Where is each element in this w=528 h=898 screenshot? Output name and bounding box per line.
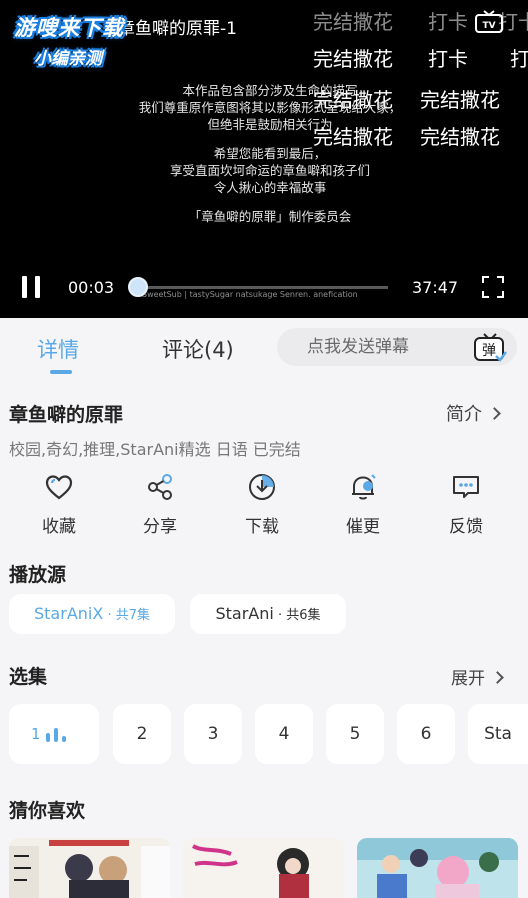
danmaku-input-box[interactable]: 弹: [277, 328, 517, 366]
progress-thumb[interactable]: [128, 277, 148, 297]
feedback-icon: [453, 476, 479, 498]
subtitle-line: 「章鱼噼的原罪」制作委员会: [188, 209, 352, 224]
tab-bar: 详情 评论(4) 弹: [0, 318, 528, 378]
tab-details[interactable]: 详情: [37, 334, 79, 364]
duration-time: 37:47: [412, 278, 459, 297]
intro-link[interactable]: 简介: [446, 400, 501, 426]
source-name: StarAniX: [34, 604, 104, 623]
source-chip-starani[interactable]: StarAni · 共6集: [190, 594, 346, 634]
recommend-row: [0, 838, 528, 898]
episode-4-button[interactable]: 4: [255, 704, 313, 764]
video-player[interactable]: 章鱼噼的原罪-1 完结撒花 打卡 打卡 完结撒花 打卡 打 完结撒花 完结撒花 …: [0, 0, 528, 318]
episode-3-button[interactable]: 3: [184, 704, 242, 764]
recommend-card-3[interactable]: [357, 838, 518, 898]
video-subtitles: 本作品包含部分涉及生命的描写 我们尊重原作意图将其以影像形式呈现给大家， 但绝非…: [100, 82, 440, 225]
player-controls: 00:03 SweetSub | tastySugar natsukage Se…: [0, 268, 528, 308]
urge-update-label: 催更: [346, 517, 380, 537]
expand-episodes-link[interactable]: 展开: [451, 664, 504, 689]
download-button[interactable]: 下载: [222, 472, 302, 537]
svg-text:TV: TV: [482, 21, 495, 31]
fullscreen-icon[interactable]: [482, 276, 504, 298]
chevron-right-icon: [491, 671, 504, 684]
recommend-card-1[interactable]: [9, 838, 170, 898]
episode-number: 1: [31, 725, 41, 743]
episode-5-button[interactable]: 5: [326, 704, 384, 764]
episodes-section-title: 选集: [9, 666, 48, 688]
favorite-label: 收藏: [42, 517, 76, 537]
danmaku-comment: 打: [510, 47, 528, 71]
danmaku-comment: 打卡: [428, 47, 468, 71]
source-chip-staranix[interactable]: StarAniX · 共7集: [9, 594, 175, 634]
recommend-card-2[interactable]: [183, 838, 344, 898]
subtitle-line: 但绝非是鼓励相关行为: [207, 117, 333, 132]
tab-active-indicator: [50, 370, 72, 374]
detail-panel: 详情 评论(4) 弹 章鱼噼的原罪 简介 校园,奇幻,推理,StarAni精选 …: [0, 318, 528, 898]
heart-icon: [45, 475, 73, 500]
tab-comments[interactable]: 评论(4): [162, 334, 234, 364]
intro-label: 简介: [446, 404, 482, 425]
subtitle-spacer: [100, 196, 440, 208]
credit-strip: SweetSub | tastySugar natsukage Senren. …: [142, 290, 358, 299]
watermark-line-1: 游嗖来下载: [14, 16, 124, 40]
favorite-button[interactable]: 收藏: [19, 472, 99, 537]
playing-bar: [54, 728, 58, 742]
anime-tags: 校园,奇幻,推理,StarAni精选 日语 已完结: [9, 440, 301, 459]
subtitle-line: 享受直面坎坷命运的章鱼噼和孩子们: [169, 163, 370, 178]
source-section-title: 播放源: [9, 564, 67, 586]
danmaku-comment: 打卡: [428, 10, 468, 34]
pause-icon[interactable]: [20, 276, 42, 298]
episode-2-button[interactable]: 2: [113, 704, 171, 764]
subtitle-line: 本作品包含部分涉及生命的描写: [182, 83, 358, 98]
subtitle-spacer: [100, 133, 440, 145]
recommend-section-title: 猜你喜欢: [9, 800, 86, 822]
recommend-poster-2: [183, 838, 344, 898]
download-label: 下载: [245, 517, 279, 537]
recommend-poster-1: [9, 838, 170, 898]
episode-6-button[interactable]: 6: [397, 704, 455, 764]
subtitle-line: 希望您能看到最后，: [213, 146, 327, 161]
feedback-button[interactable]: 反馈: [426, 472, 506, 537]
feedback-label: 反馈: [449, 517, 483, 537]
urge-update-button[interactable]: 催更: [323, 472, 403, 537]
cast-tv-icon[interactable]: TV: [474, 10, 504, 36]
watermark-logo: 游嗖来下载 小编亲测: [14, 12, 124, 69]
watermark-line-2: 小编亲测: [34, 49, 102, 69]
share-button[interactable]: 分享: [120, 472, 200, 537]
danmaku-button-label: 弹: [482, 343, 496, 359]
download-icon: [249, 474, 275, 500]
subtitle-line: 我们尊重原作意图将其以影像形式呈现给大家，: [138, 100, 402, 115]
share-icon: [148, 474, 172, 500]
progress-bar[interactable]: [136, 286, 388, 289]
share-label: 分享: [143, 517, 177, 537]
anime-title: 章鱼噼的原罪: [9, 404, 124, 426]
danmaku-comment: 完结撒花: [313, 47, 393, 71]
source-count: · 共6集: [273, 608, 321, 623]
danmaku-input[interactable]: [307, 328, 467, 366]
episode-list: 1 2 3 4 5 6 Sta: [0, 704, 528, 766]
playing-bar: [46, 733, 50, 742]
playing-bar: [62, 736, 66, 742]
source-name: StarAni: [215, 604, 274, 623]
bell-icon: [352, 474, 376, 500]
episode-7-button[interactable]: Sta: [468, 704, 528, 764]
source-count: · 共7集: [103, 608, 150, 623]
video-title: 章鱼噼的原罪-1: [118, 19, 237, 39]
current-time: 00:03: [68, 278, 115, 297]
expand-label: 展开: [451, 669, 485, 689]
danmaku-comment: 完结撒花: [313, 10, 393, 34]
action-row: 收藏 分享 下载 催更 反馈: [0, 472, 528, 542]
chevron-right-icon: [488, 407, 501, 420]
episode-1-button[interactable]: 1: [9, 704, 99, 764]
recommend-poster-3: [357, 838, 518, 898]
danmaku-toggle-icon[interactable]: 弹: [473, 331, 507, 363]
subtitle-line: 令人揪心的幸福故事: [213, 180, 327, 195]
